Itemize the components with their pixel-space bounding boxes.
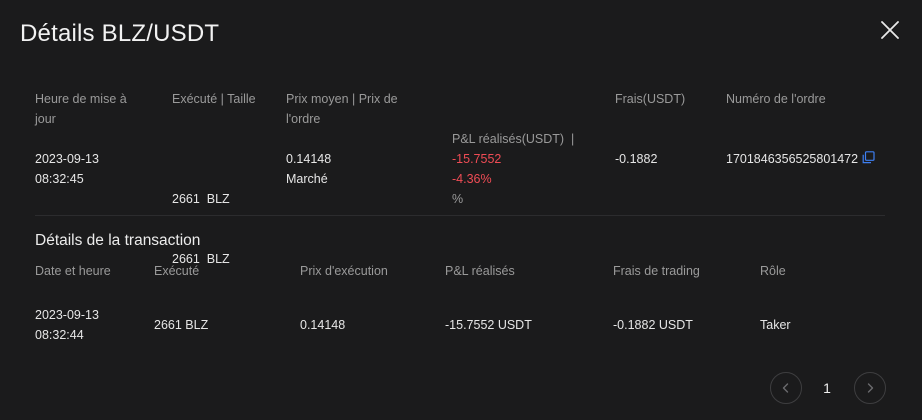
tx-exec-price: 0.14148: [300, 318, 346, 332]
order-realized-pnl: -15.7552 -4.36%: [452, 149, 501, 189]
order-pnl-percent: -4.36%: [452, 172, 492, 186]
order-avg-price: 0.14148: [286, 152, 332, 166]
header-update-time-line2: jour: [35, 112, 56, 126]
order-number-cell: 1701846356525801472: [726, 149, 875, 169]
page-title: Détails BLZ/USDT: [20, 20, 220, 47]
tx-date: 2023-09-13: [35, 308, 99, 322]
order-prices: 0.14148 Marché: [286, 149, 331, 189]
order-fees: -0.1882: [615, 152, 658, 166]
page-number[interactable]: 1: [818, 380, 836, 396]
close-icon: [881, 21, 899, 39]
header-avg-price: Prix moyen | Prix de l'ordre: [286, 89, 398, 129]
header-realized-pnl-line1: P&L réalisés(USDT) |: [452, 132, 575, 146]
tx-header-role: Rôle: [760, 264, 786, 278]
tx-header-pnl: P&L réalisés: [445, 264, 515, 278]
tx-header-exec-price: Prix d'exécution: [300, 264, 388, 278]
close-button[interactable]: [876, 16, 904, 44]
next-page-button[interactable]: [854, 372, 886, 404]
tx-role: Taker: [760, 318, 791, 332]
order-number: 1701846356525801472: [726, 152, 859, 166]
tx-header-datetime: Date et heure: [35, 264, 111, 278]
chevron-left-icon: [782, 383, 789, 393]
order-update-time: 2023-09-13 08:32:45: [35, 149, 99, 189]
tx-header-fees: Frais de trading: [613, 264, 700, 278]
header-avg-price-line1: Prix moyen | Prix de: [286, 92, 398, 106]
tx-time: 08:32:44: [35, 328, 84, 342]
tx-datetime: 2023-09-13 08:32:44: [35, 305, 99, 345]
tx-pnl: -15.7552 USDT: [445, 318, 532, 332]
header-realized-pnl-line2: %: [452, 192, 464, 206]
tx-executed: 2661 BLZ: [154, 318, 209, 332]
copy-icon[interactable]: [862, 150, 875, 164]
header-update-time-line1: Heure de mise à: [35, 92, 127, 106]
prev-page-button[interactable]: [770, 372, 802, 404]
header-executed-size: Exécuté | Taille: [172, 92, 256, 106]
order-time: 08:32:45: [35, 172, 84, 186]
tx-fees: -0.1882 USDT: [613, 318, 693, 332]
header-order-number: Numéro de l'ordre: [726, 92, 826, 106]
header-fees: Frais(USDT): [615, 92, 686, 106]
chevron-right-icon: [867, 383, 874, 393]
tx-header-executed: Exécuté: [154, 264, 200, 278]
order-pnl-value: -15.7552: [452, 152, 502, 166]
header-avg-price-line2: l'ordre: [286, 112, 321, 126]
transactions-title: Détails de la transaction: [35, 232, 201, 249]
header-update-time: Heure de mise à jour: [35, 89, 127, 129]
order-price: Marché: [286, 172, 328, 186]
divider: [35, 215, 885, 216]
order-date: 2023-09-13: [35, 152, 99, 166]
order-executed: 2661 BLZ: [172, 192, 230, 206]
